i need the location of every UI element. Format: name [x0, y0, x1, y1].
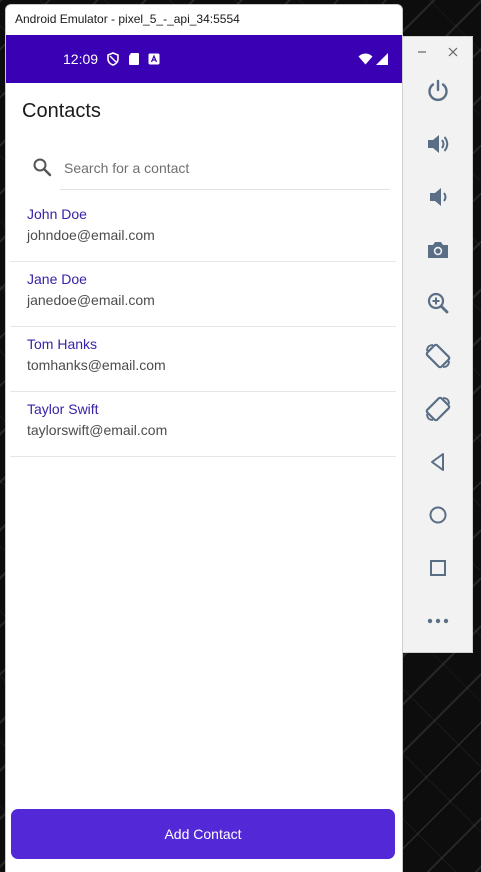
back-icon[interactable] — [421, 445, 455, 479]
search-icon[interactable] — [32, 157, 52, 182]
window-title: Android Emulator - pixel_5_-_api_34:5554 — [6, 5, 402, 35]
page-title: Contacts — [22, 100, 101, 122]
rotate-right-icon[interactable] — [421, 392, 455, 426]
contact-email: janedoe@email.com — [27, 292, 155, 308]
list-item[interactable]: Tom Hanks tomhanks@email.com — [10, 327, 396, 392]
rotate-left-icon[interactable] — [421, 339, 455, 373]
keyboard-icon — [148, 53, 160, 65]
zoom-icon[interactable] — [421, 286, 455, 320]
status-time: 12:09 — [63, 51, 99, 67]
signal-icon — [376, 53, 388, 65]
emulator-toolbar — [402, 36, 473, 653]
app-content: Contacts John Doe johndoe@email.com Jane D… — [6, 83, 402, 872]
contact-name: Tom Hanks — [27, 336, 98, 352]
contact-email: johndoe@email.com — [27, 227, 155, 243]
power-icon[interactable] — [421, 74, 455, 108]
sd-card-icon — [128, 52, 140, 66]
search-input[interactable] — [60, 147, 390, 190]
status-bar: 12:09 — [6, 35, 402, 83]
search-bar — [28, 147, 390, 191]
contact-email: tomhanks@email.com — [27, 357, 166, 373]
camera-icon[interactable] — [421, 233, 455, 267]
minimize-icon[interactable] — [412, 43, 432, 61]
contact-list: John Doe johndoe@email.com Jane Doe janedoe… — [10, 197, 396, 457]
contact-name: Jane Doe — [27, 271, 87, 287]
list-item[interactable]: Jane Doe janedoe@email.com — [10, 262, 396, 327]
shield-icon — [106, 52, 120, 66]
add-contact-button[interactable]: Add Contact — [11, 809, 395, 859]
overview-icon[interactable] — [421, 551, 455, 585]
emulator-window: Android Emulator - pixel_5_-_api_34:5554… — [5, 4, 403, 872]
list-item[interactable]: Taylor Swift taylorswift@email.com — [10, 392, 396, 457]
wifi-icon — [358, 53, 373, 65]
home-icon[interactable] — [421, 498, 455, 532]
contact-name: Taylor Swift — [27, 401, 99, 417]
contact-name: John Doe — [27, 206, 87, 222]
contact-email: taylorswift@email.com — [27, 422, 168, 438]
volume-down-icon[interactable] — [421, 180, 455, 214]
more-icon[interactable] — [421, 604, 455, 638]
list-item[interactable]: John Doe johndoe@email.com — [10, 197, 396, 262]
volume-up-icon[interactable] — [421, 127, 455, 161]
close-icon[interactable] — [443, 43, 463, 61]
